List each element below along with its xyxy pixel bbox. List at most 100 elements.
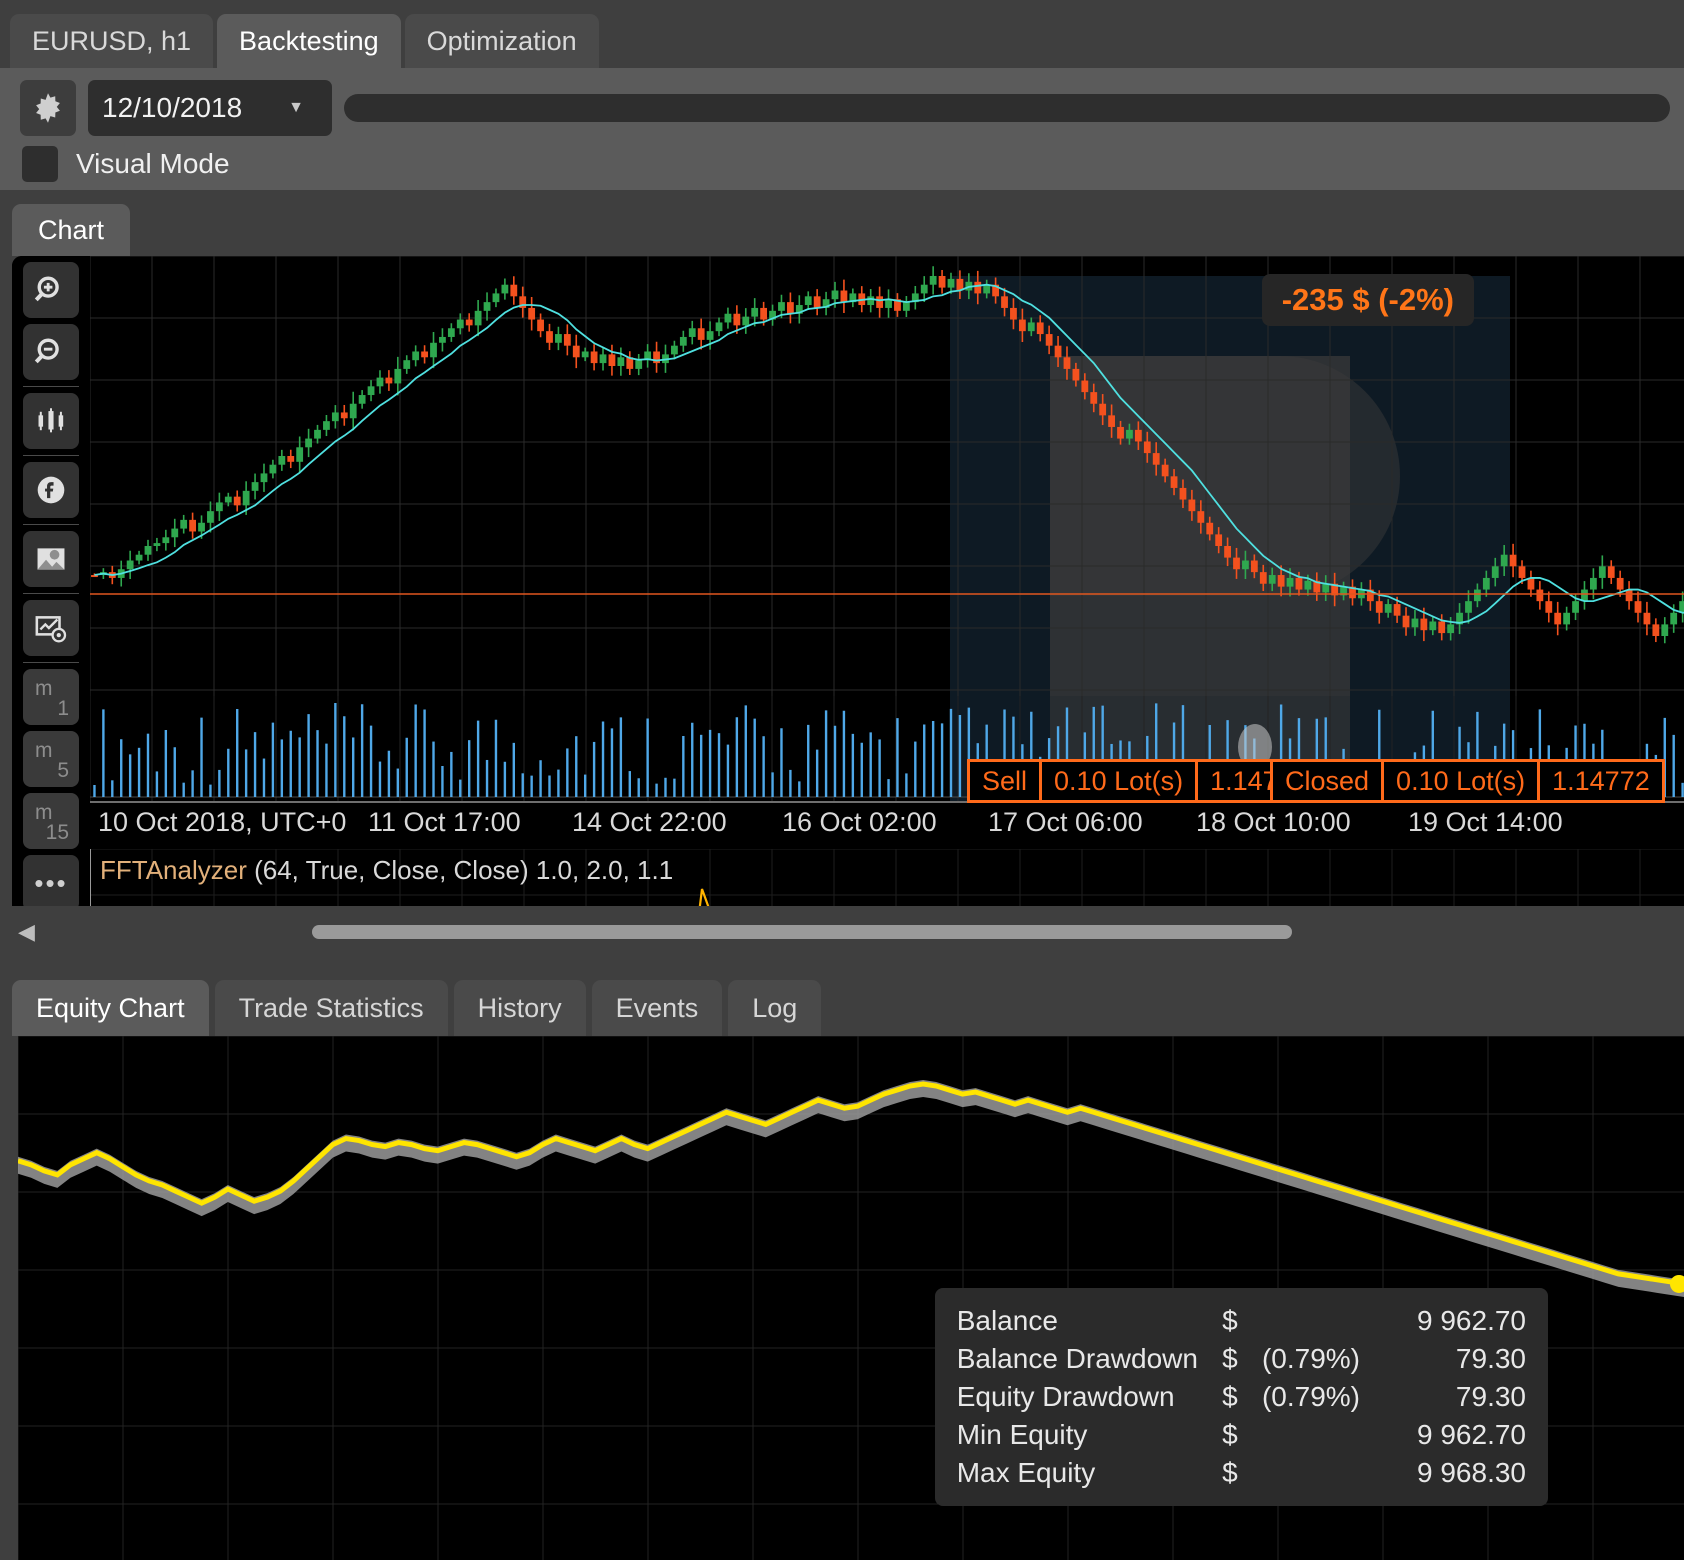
equity-stat-currency: $ xyxy=(1222,1457,1238,1488)
equity-stats-table: Balance $9 962.70 Balance Drawdown $ (0.79%)… xyxy=(957,1302,1526,1492)
objects-button[interactable] xyxy=(23,462,79,518)
zoom-in-icon xyxy=(34,276,59,302)
time-label-1: 11 Oct 17:00 xyxy=(368,807,521,837)
visual-mode-label: Visual Mode xyxy=(76,148,230,179)
tab-optimization[interactable]: Optimization xyxy=(404,14,599,68)
indicator-chart-area: FFTAnalyzer (64, True, Close, Close) 1.0… xyxy=(90,849,1684,906)
time-label-5: 18 Oct 10:00 xyxy=(1196,807,1351,837)
scroll-thumb[interactable] xyxy=(312,925,1292,939)
equity-stat-currency: $ xyxy=(1222,1305,1238,1336)
equity-stat-row: Min Equity $9 962.70 xyxy=(957,1416,1526,1454)
chart-horizontal-scrollbar[interactable]: ◀ xyxy=(12,912,1684,952)
chart-settings-button[interactable] xyxy=(23,600,79,656)
tab-trade-statistics[interactable]: Trade Statistics xyxy=(214,980,448,1036)
equity-stat-percent xyxy=(1262,1454,1376,1492)
tab-events[interactable]: Events xyxy=(591,980,723,1036)
trade-close-action: Closed xyxy=(1273,762,1385,800)
time-label-6: 19 Oct 14:00 xyxy=(1408,807,1563,837)
timeframe-unit: m xyxy=(35,677,53,700)
equity-chart-body[interactable]: Balance $9 962.70 Balance Drawdown $ (0.79%)… xyxy=(18,1036,1684,1560)
tab-eurusd-h1[interactable]: EURUSD, h1 xyxy=(10,14,214,68)
equity-stat-percent xyxy=(1262,1302,1376,1340)
equity-stat-label: Balance Drawdown xyxy=(956,1343,1198,1374)
chevron-down-icon: ▼ xyxy=(288,99,304,116)
ellipsis-icon: ••• xyxy=(34,867,68,898)
scroll-left-icon[interactable]: ◀ xyxy=(18,919,35,945)
more-timeframes-button[interactable]: ••• xyxy=(23,855,79,906)
toolbar-divider xyxy=(23,386,79,387)
bottom-tabs: Equity Chart Trade Statistics History Ev… xyxy=(12,980,822,1036)
equity-stat-value: 9 962.70 xyxy=(1417,1419,1526,1450)
equity-stat-row: Max Equity $9 968.30 xyxy=(957,1454,1526,1492)
trade-close-label[interactable]: Closed 0.10 Lot(s) 1.14772 xyxy=(1270,759,1665,803)
tab-backtesting[interactable]: Backtesting xyxy=(217,14,401,68)
bottom-panel: Equity Chart Trade Statistics History Ev… xyxy=(0,970,1684,1560)
tab-equity-chart[interactable]: Equity Chart xyxy=(12,980,209,1036)
candlestick-icon xyxy=(38,408,64,433)
top-tab-bar: EURUSD, h1 Backtesting Optimization xyxy=(0,0,1684,68)
image-button[interactable] xyxy=(23,531,79,587)
timeframe-value: 1 xyxy=(57,697,69,720)
progress-bar xyxy=(344,94,1670,122)
timeframe-value: 15 xyxy=(45,821,69,844)
trade-open-action: Sell xyxy=(970,762,1043,800)
toolbar-divider xyxy=(23,524,79,525)
trade-close-price: 1.14772 xyxy=(1552,765,1650,796)
toolbar-divider xyxy=(23,593,79,594)
start-date-value: 12/10/2018 xyxy=(102,92,243,123)
equity-stat-percent: (0.79%) xyxy=(1261,1343,1360,1374)
equity-stat-value: 9 962.70 xyxy=(1417,1305,1526,1336)
timeframe-value: 5 xyxy=(57,759,69,782)
tab-chart[interactable]: Chart xyxy=(12,204,131,256)
equity-stat-value: 9 968.30 xyxy=(1417,1457,1526,1488)
equity-stat-label: Balance xyxy=(956,1305,1058,1336)
timeframe-m15-button[interactable]: m 15 xyxy=(23,793,79,849)
timeframe-m5-button[interactable]: m 5 xyxy=(23,731,79,787)
equity-stat-percent: (0.79%) xyxy=(1261,1381,1360,1412)
picture-icon xyxy=(37,548,65,570)
zoom-out-button[interactable] xyxy=(23,324,79,380)
start-date-dropdown[interactable]: 12/10/2018 ▼ xyxy=(88,80,332,136)
timeframe-unit: m xyxy=(35,739,53,762)
equity-stats-tooltip: Balance $9 962.70 Balance Drawdown $ (0.79%)… xyxy=(934,1288,1548,1506)
control-bar: 12/10/2018 ▼ Visual Mode xyxy=(0,68,1684,238)
equity-stat-percent xyxy=(1262,1416,1376,1454)
indicator-values: 1.0, 2.0, 1.1 xyxy=(535,855,674,885)
toolbar-divider xyxy=(23,662,79,663)
equity-stat-label: Max Equity xyxy=(956,1457,1096,1488)
time-axis: 10 Oct 2018, UTC+0 11 Oct 17:00 14 Oct 2… xyxy=(90,801,1684,849)
equity-stat-value: 79.30 xyxy=(1455,1381,1526,1412)
equity-stat-currency: $ xyxy=(1222,1381,1238,1412)
chart-panel: Chart m 1 m 5 m 15 ••• -235 $ (-2%) Sell… xyxy=(0,190,1684,970)
circle-f-icon xyxy=(37,476,65,504)
indicator-label: FFTAnalyzer (64, True, Close, Close) 1.0… xyxy=(100,855,673,886)
equity-stat-row: Balance Drawdown $ (0.79%) 79.30 xyxy=(957,1340,1526,1378)
equity-stat-label: Equity Drawdown xyxy=(956,1381,1175,1412)
zoom-out-icon xyxy=(34,338,59,364)
time-label-0: 10 Oct 2018, UTC+0 xyxy=(98,807,347,837)
settings-button[interactable] xyxy=(20,80,76,136)
chart-type-button[interactable] xyxy=(23,393,79,449)
tab-history[interactable]: History xyxy=(453,980,586,1036)
equity-stat-row: Balance $9 962.70 xyxy=(957,1302,1526,1340)
equity-stat-row: Equity Drawdown $ (0.79%) 79.30 xyxy=(957,1378,1526,1416)
tab-log[interactable]: Log xyxy=(728,980,822,1036)
zoom-in-button[interactable] xyxy=(23,262,79,318)
visual-mode-checkbox[interactable] xyxy=(22,146,58,182)
time-label-3: 16 Oct 02:00 xyxy=(782,807,937,837)
top-tabs: EURUSD, h1 Backtesting Optimization xyxy=(10,14,599,68)
trade-close-volume: 0.10 Lot(s) xyxy=(1384,762,1541,800)
chart-toolbar: m 1 m 5 m 15 ••• xyxy=(12,256,90,906)
timeframe-m1-button[interactable]: m 1 xyxy=(23,669,79,725)
chart-gear-icon xyxy=(35,616,67,643)
gear-icon xyxy=(36,93,60,123)
equity-stat-currency: $ xyxy=(1222,1419,1238,1450)
chart-body: m 1 m 5 m 15 ••• -235 $ (-2%) Sell 0.10 … xyxy=(12,256,1684,906)
equity-stat-currency: $ xyxy=(1222,1343,1238,1374)
indicator-params: (64, True, Close, Close) xyxy=(246,855,536,885)
indicator-name: FFTAnalyzer xyxy=(100,855,247,885)
time-label-2: 14 Oct 22:00 xyxy=(572,807,727,837)
equity-stat-label: Min Equity xyxy=(956,1419,1088,1450)
toolbar-divider xyxy=(23,455,79,456)
trade-open-volume: 0.10 Lot(s) xyxy=(1042,762,1199,800)
